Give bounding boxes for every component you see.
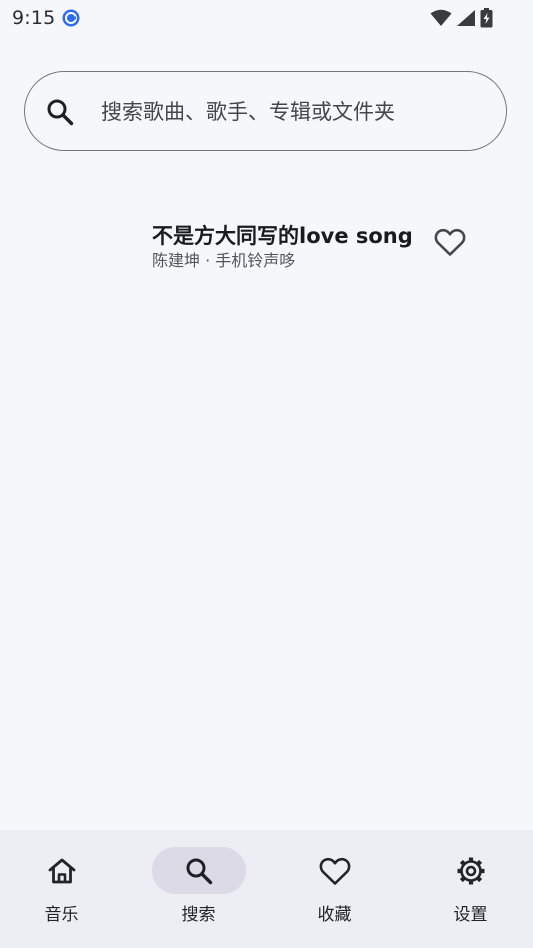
search-bar[interactable] xyxy=(24,71,507,151)
nav-label: 搜索 xyxy=(181,905,216,925)
favorite-button[interactable] xyxy=(430,222,470,262)
search-icon xyxy=(47,99,74,126)
song-album: 手机铃声哆 xyxy=(215,251,296,270)
heart-outline-icon xyxy=(434,228,466,256)
nav-item-settings[interactable]: 设置 xyxy=(404,830,533,948)
song-title: 不是方大同写的love song xyxy=(152,224,413,248)
subtitle-separator: · xyxy=(200,251,216,270)
song-artist: 陈建坤 xyxy=(152,251,201,270)
search-icon xyxy=(186,858,212,884)
battery-charging-icon xyxy=(480,8,493,28)
nav-label: 设置 xyxy=(453,905,488,925)
nav-icon-container xyxy=(15,847,109,894)
nav-icon-container-active xyxy=(151,847,246,894)
nav-label: 音乐 xyxy=(44,905,79,925)
nav-icon-container xyxy=(424,847,518,894)
search-input[interactable] xyxy=(101,92,481,132)
heart-outline-icon xyxy=(319,857,350,885)
nav-item-music[interactable]: 音乐 xyxy=(0,830,128,948)
status-bar: 9:15 xyxy=(0,0,533,36)
status-icons xyxy=(430,7,493,29)
song-list-item[interactable]: 不是方大同写的love song 陈建坤 · 手机铃声哆 xyxy=(0,206,533,278)
home-icon xyxy=(48,858,75,883)
app-notification-icon xyxy=(62,9,80,27)
wifi-icon xyxy=(430,9,452,26)
bottom-navigation: 音乐 搜索 收藏 设置 xyxy=(0,830,533,948)
nav-item-search[interactable]: 搜索 xyxy=(132,830,265,948)
nav-label: 收藏 xyxy=(317,905,352,925)
song-subtitle: 陈建坤 · 手机铃声哆 xyxy=(152,247,295,271)
cellular-signal-icon xyxy=(457,10,475,26)
gear-icon xyxy=(457,857,484,884)
nav-icon-container xyxy=(288,847,382,894)
nav-item-favorites[interactable]: 收藏 xyxy=(268,830,401,948)
status-time: 9:15 xyxy=(12,7,56,29)
